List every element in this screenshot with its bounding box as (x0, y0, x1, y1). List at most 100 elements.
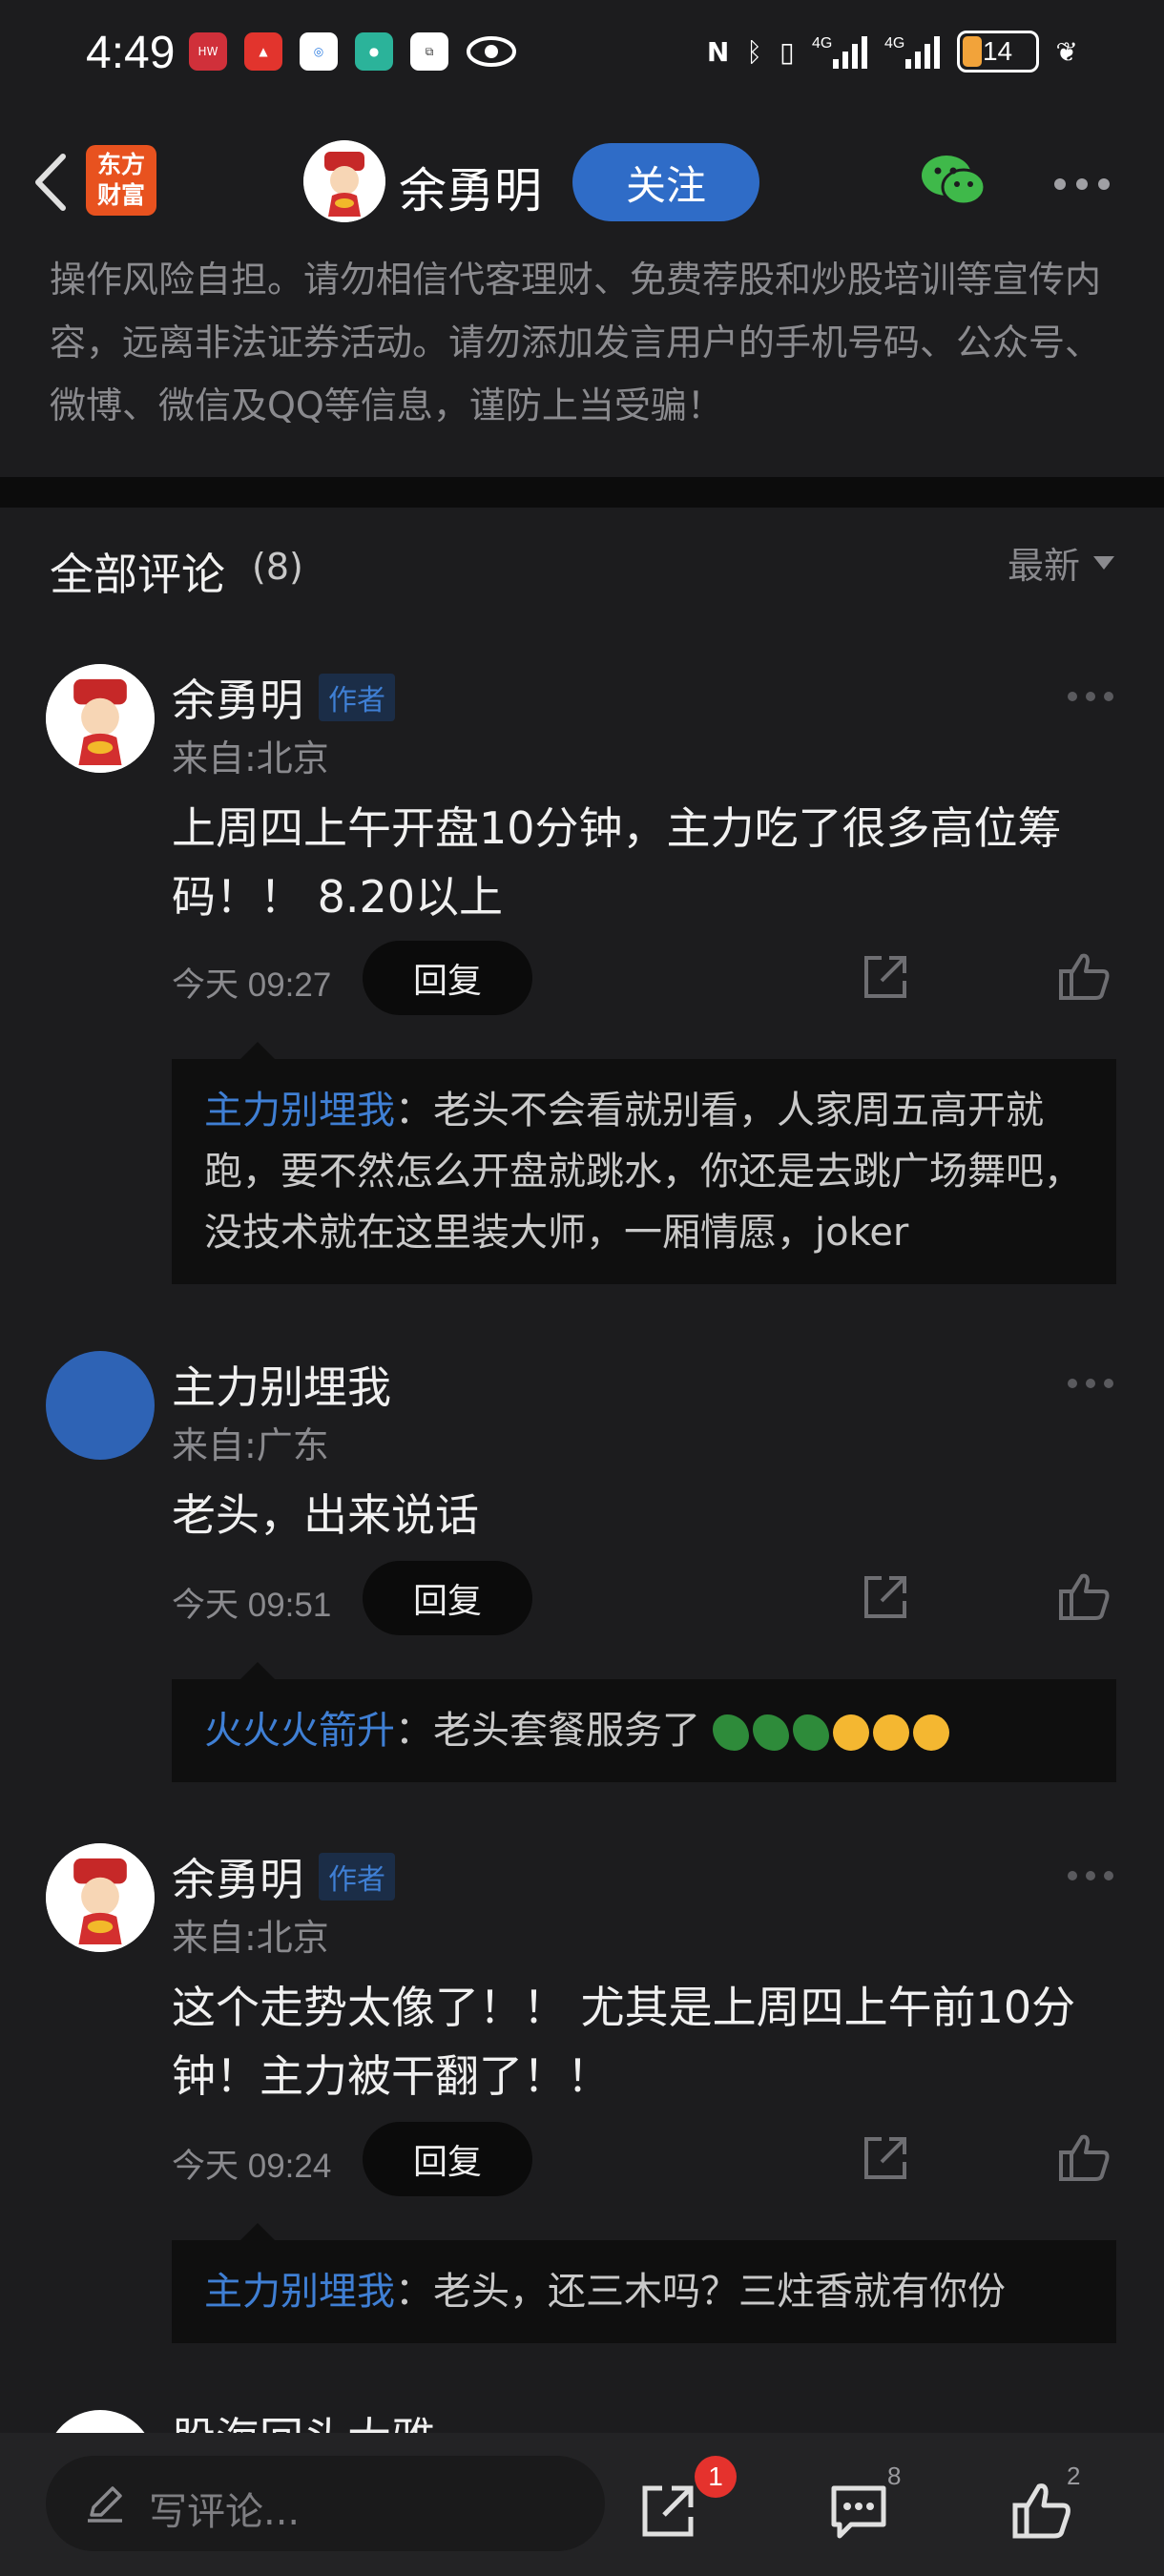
huawei-app-icon: HW (189, 32, 227, 71)
emoji-group (712, 1714, 949, 1751)
share-icon[interactable] (861, 1572, 910, 1622)
sort-dropdown[interactable]: 最新 (1008, 536, 1114, 589)
more-options-icon[interactable] (1053, 177, 1111, 191)
fortune-god-avatar-icon (46, 1843, 155, 1952)
comment-location: 来自:北京 (172, 1917, 329, 1959)
avatar[interactable] (46, 1351, 155, 1460)
comment-actions: 今天 09:27 回复 (172, 941, 1116, 1017)
signal-4g-icon: 4G (812, 35, 867, 69)
author-name: 余勇明 (172, 675, 303, 726)
side-eye-emoji-icon (712, 1714, 749, 1751)
comment-author[interactable]: 股海回头大雅 (172, 2410, 435, 2433)
side-eye-emoji-icon (752, 1714, 789, 1751)
comment-item: 余勇明 作者 来自:北京 这个走势太像了！！ 尤其是上周四上午前10分钟！主力被… (0, 1843, 1164, 2378)
comment-actions: 今天 09:24 回复 (172, 2122, 1116, 2198)
more-options-icon[interactable] (1067, 1870, 1114, 1881)
nfc-icon: N (706, 35, 730, 68)
thumbs-up-icon[interactable] (1057, 2131, 1111, 2183)
laugh-emoji-icon (912, 1714, 949, 1751)
comment-time: 今天 09:27 (172, 966, 332, 1004)
avatar[interactable] (46, 2410, 155, 2433)
share-app-icon: ⧉ (410, 32, 448, 71)
author-name: 余勇明 (172, 1854, 303, 1905)
reply-button[interactable]: 回复 (363, 941, 532, 1015)
author-name: 主力别埋我 (172, 1361, 391, 1413)
browser-app-icon: ◎ (300, 32, 338, 71)
eye-icon (467, 36, 516, 67)
back-arrow-icon[interactable] (25, 149, 78, 216)
reply-button[interactable]: 回复 (363, 2122, 532, 2196)
red-app-icon: ▲ (244, 32, 282, 71)
reply-preview[interactable]: 主力别埋我：老头，还三木吗？三炷香就有你份 (172, 2223, 1116, 2343)
author-badge: 作者 (319, 1853, 395, 1901)
comments-header: 全部评论 (8) 最新 (0, 508, 1164, 632)
vibrate-icon: ▯ (779, 35, 795, 68)
side-eye-emoji-icon (792, 1714, 829, 1751)
comments-count: (8) (252, 546, 303, 588)
nav-bar: 东方 财富 余勇明 关注 (0, 114, 1164, 248)
share-icon[interactable] (861, 952, 910, 1002)
avatar[interactable] (46, 1843, 155, 1952)
battery-indicator: 14 (956, 31, 1039, 73)
status-indicators: N ᛒ ▯ 4G 4G 14 ❦ (707, 31, 1078, 73)
reply-user[interactable]: 火火火箭升 (204, 1709, 395, 1753)
author-name: 股海回头大雅 (172, 2410, 435, 2433)
svg-text:4G: 4G (812, 35, 832, 52)
disclaimer-text: 操作风险自担。请勿相信代客理财、免费荐股和炒股培训等宣传内容，远离非法证券活动。… (50, 259, 1102, 426)
reply-text: ：老头套餐服务了 (395, 1709, 700, 1753)
thumbs-up-icon[interactable] (1057, 950, 1111, 1002)
laugh-emoji-icon (872, 1714, 909, 1751)
section-divider (0, 477, 1164, 508)
risk-disclaimer: 操作风险自担。请勿相信代客理财、免费荐股和炒股培训等宣传内容，远离非法证券活动。… (0, 248, 1164, 477)
comment-text: 上周四上午开盘10分钟，主力吃了很多高位筹码！！ 8.20以上 (172, 802, 1062, 923)
follow-button[interactable]: 关注 (572, 143, 759, 221)
comment-location: 来自:广东 (172, 1424, 329, 1466)
comment-author[interactable]: 主力别埋我 (172, 1353, 391, 1416)
bluetooth-icon: ᛒ (746, 35, 763, 68)
page-title: 余勇明 (399, 163, 542, 218)
share-icon[interactable] (861, 2133, 910, 2183)
avatar[interactable] (303, 140, 385, 222)
share-icon[interactable] (637, 2481, 698, 2542)
like-count: 2 (1067, 2462, 1081, 2490)
comment-time: 今天 09:24 (172, 2148, 332, 2185)
reply-user[interactable]: 主力别埋我 (204, 1089, 395, 1132)
comment-icon[interactable] (828, 2481, 889, 2542)
caret-down-icon (1093, 555, 1114, 570)
author-badge: 作者 (319, 674, 395, 721)
comment-author[interactable]: 余勇明 作者 (172, 1845, 395, 1908)
battery-level: 14 (982, 36, 1013, 66)
bottom-action-bar: 写评论... 1 8 2 (0, 2433, 1164, 2576)
comment-actions: 今天 09:51 回复 (172, 1561, 1116, 1637)
comments-title: 全部评论 (50, 549, 225, 600)
signal-4g-icon-2: 4G (884, 35, 940, 69)
brand-logo: 东方 财富 (86, 145, 156, 216)
svg-text:4G: 4G (884, 35, 904, 52)
sort-label: 最新 (1007, 545, 1080, 587)
thumbs-up-icon[interactable] (1011, 2481, 1072, 2542)
status-time: 4:49 (86, 28, 176, 78)
comment-location: 来自:北京 (172, 737, 329, 779)
status-bar: 4:49 HW ▲ ◎ ● ⧉ N ᛒ ▯ 4G 4G 14 ❦ (0, 0, 1164, 114)
wechat-icon[interactable] (920, 153, 988, 210)
reply-preview[interactable]: 火火火箭升：老头套餐服务了 (172, 1662, 1116, 1782)
comment-item: 余勇明 作者 来自:北京 上周四上午开盘10分钟，主力吃了很多高位筹码！！ 8.… (0, 664, 1164, 1294)
write-comment-input[interactable]: 写评论... (46, 2456, 605, 2551)
more-options-icon[interactable] (1067, 691, 1114, 702)
comment-author[interactable]: 余勇明 作者 (172, 666, 395, 729)
leaf-icon: ❦ (1055, 35, 1078, 68)
comment-text: 这个走势太像了！！ 尤其是上周四上午前10分钟！主力被干翻了！！ (172, 1982, 1076, 2102)
reply-user[interactable]: 主力别埋我 (204, 2270, 395, 2314)
pencil-icon (88, 2486, 122, 2523)
avatar[interactable] (46, 664, 155, 773)
reply-text: ：老头，还三木吗？三炷香就有你份 (395, 2270, 1006, 2314)
more-options-icon[interactable] (1067, 1378, 1114, 1389)
comment-time: 今天 09:51 (172, 1587, 332, 1624)
thumbs-up-icon[interactable] (1057, 1570, 1111, 1622)
laugh-emoji-icon (832, 1714, 869, 1751)
comment-count: 8 (887, 2462, 902, 2490)
reply-button[interactable]: 回复 (363, 1561, 532, 1635)
comment-item: 主力别埋我 来自:广东 老头，出来说话 今天 09:51 回复 火火火箭升：老头… (0, 1351, 1164, 1790)
teal-app-icon: ● (355, 32, 393, 71)
reply-preview[interactable]: 主力别埋我：老头不会看就别看，人家周五高开就跑，要不然怎么开盘就跳水，你还是去跳… (172, 1042, 1116, 1284)
